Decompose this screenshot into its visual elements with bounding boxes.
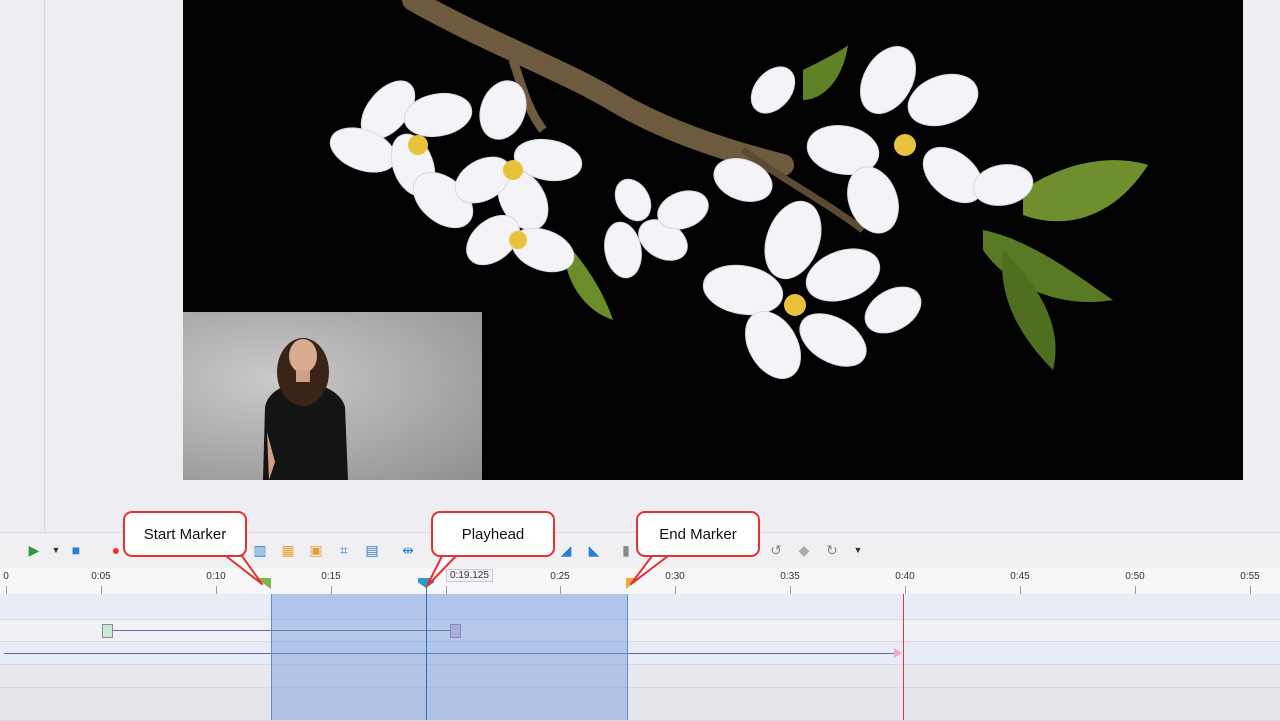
callout-pointers — [225, 555, 669, 587]
end-marker-callout: End Marker — [636, 511, 760, 557]
start-marker-callout: Start Marker — [123, 511, 247, 557]
playhead-callout: Playhead — [431, 511, 555, 557]
